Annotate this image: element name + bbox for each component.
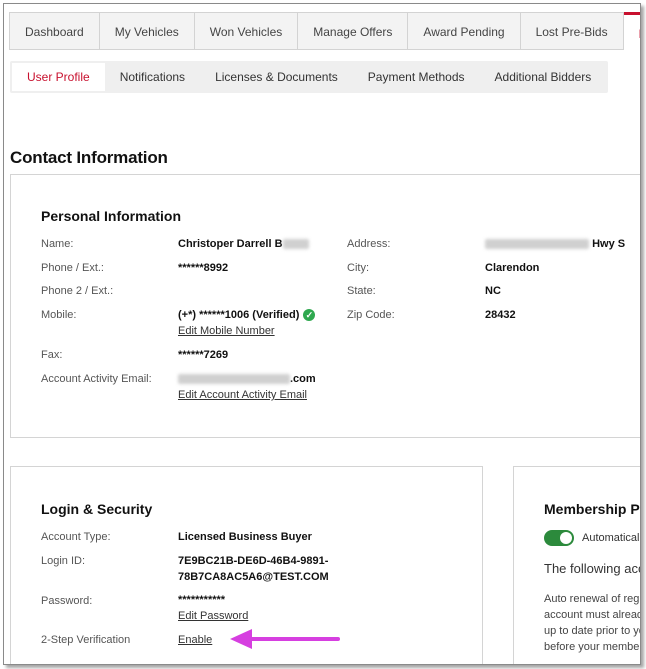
redacted-text bbox=[282, 239, 309, 250]
login-id-line2: 78B7CA8AC5A6@TEST.COM bbox=[178, 571, 329, 583]
zip-label: Zip Code: bbox=[347, 309, 395, 321]
login-id-label: Login ID: bbox=[41, 555, 86, 567]
auto-renew-toggle[interactable] bbox=[544, 530, 574, 546]
auto-renew-label: Automatical bbox=[582, 532, 640, 544]
city-value: Clarendon bbox=[485, 262, 540, 274]
personal-information-card: Personal Information Name: Christoper Da… bbox=[10, 174, 640, 438]
subtab-payment-methods[interactable]: Payment Methods bbox=[353, 63, 480, 91]
redacted-text bbox=[485, 239, 589, 250]
arrow-annotation-icon bbox=[230, 629, 340, 649]
password-value: *********** bbox=[178, 594, 226, 606]
two-step-label: 2-Step Verification bbox=[41, 634, 131, 646]
phone2-label: Phone 2 / Ext.: bbox=[41, 285, 114, 297]
account-type-label: Account Type: bbox=[41, 531, 111, 543]
tab-award-pending[interactable]: Award Pending bbox=[408, 12, 521, 50]
browser-frame: Dashboard My Vehicles Won Vehicles Manag… bbox=[3, 3, 641, 665]
state-label: State: bbox=[347, 285, 376, 297]
mobile-label: Mobile: bbox=[41, 309, 77, 321]
membership-desc-line: account must alread bbox=[544, 609, 641, 621]
account-type-value: Licensed Business Buyer bbox=[178, 531, 312, 543]
membership-desc-line: before your member bbox=[544, 641, 641, 653]
membership-following-text: The following acc bbox=[544, 561, 641, 576]
address-label: Address: bbox=[347, 238, 391, 250]
email-value: .com bbox=[178, 373, 316, 385]
membership-card: Membership Pa Automatical The following … bbox=[513, 466, 641, 664]
membership-desc-line: up to date prior to yo bbox=[544, 625, 641, 637]
fax-value: ******7269 bbox=[178, 349, 229, 361]
zip-value: 28432 bbox=[485, 309, 516, 321]
subtab-additional-bidders[interactable]: Additional Bidders bbox=[480, 63, 607, 91]
contact-information-heading: Contact Information bbox=[10, 148, 168, 167]
membership-title: Membership Pa bbox=[544, 501, 641, 517]
tab-dashboard[interactable]: Dashboard bbox=[9, 12, 100, 50]
tab-lost-pre-bids[interactable]: Lost Pre-Bids bbox=[520, 12, 624, 50]
name-label: Name: bbox=[41, 238, 74, 250]
phone-label: Phone / Ext.: bbox=[41, 262, 104, 274]
tab-won-vehicles[interactable]: Won Vehicles bbox=[194, 12, 299, 50]
redacted-text bbox=[178, 374, 290, 385]
password-label: Password: bbox=[41, 595, 93, 607]
main-tabs: Dashboard My Vehicles Won Vehicles Manag… bbox=[9, 12, 640, 50]
login-id-line1: 7E9BC21B-DE6D-46B4-9891- bbox=[178, 555, 329, 567]
profile-subtabs: User Profile Notifications Licenses & Do… bbox=[10, 61, 609, 93]
mobile-value: (+*) ******1006 (Verified) ✓ bbox=[178, 309, 316, 322]
login-security-card: Login & Security Account Type: Licensed … bbox=[10, 466, 483, 664]
state-value: NC bbox=[485, 285, 501, 297]
tab-manage-offers[interactable]: Manage Offers bbox=[298, 12, 409, 50]
subtab-licenses-documents[interactable]: Licenses & Documents bbox=[200, 63, 353, 91]
subtab-notifications[interactable]: Notifications bbox=[105, 63, 200, 91]
enable-two-step-link[interactable]: Enable bbox=[178, 634, 212, 646]
edit-mobile-link[interactable]: Edit Mobile Number bbox=[178, 325, 275, 337]
tab-profile[interactable]: Profile bbox=[623, 12, 640, 50]
name-value: Christoper Darrell B bbox=[178, 238, 309, 250]
edit-email-link[interactable]: Edit Account Activity Email bbox=[178, 389, 307, 401]
membership-desc-line: Auto renewal of regi bbox=[544, 593, 641, 605]
fax-label: Fax: bbox=[41, 349, 63, 361]
login-security-title: Login & Security bbox=[41, 501, 153, 517]
phone-value: ******8992 bbox=[178, 262, 229, 274]
edit-password-link[interactable]: Edit Password bbox=[178, 610, 248, 622]
address-value: Hwy S bbox=[485, 238, 625, 250]
tab-my-vehicles[interactable]: My Vehicles bbox=[99, 12, 195, 50]
personal-information-title: Personal Information bbox=[41, 208, 182, 224]
city-label: City: bbox=[347, 262, 369, 274]
email-label: Account Activity Email: bbox=[41, 373, 152, 385]
subtab-user-profile[interactable]: User Profile bbox=[12, 63, 105, 91]
verified-check-icon: ✓ bbox=[303, 309, 316, 322]
